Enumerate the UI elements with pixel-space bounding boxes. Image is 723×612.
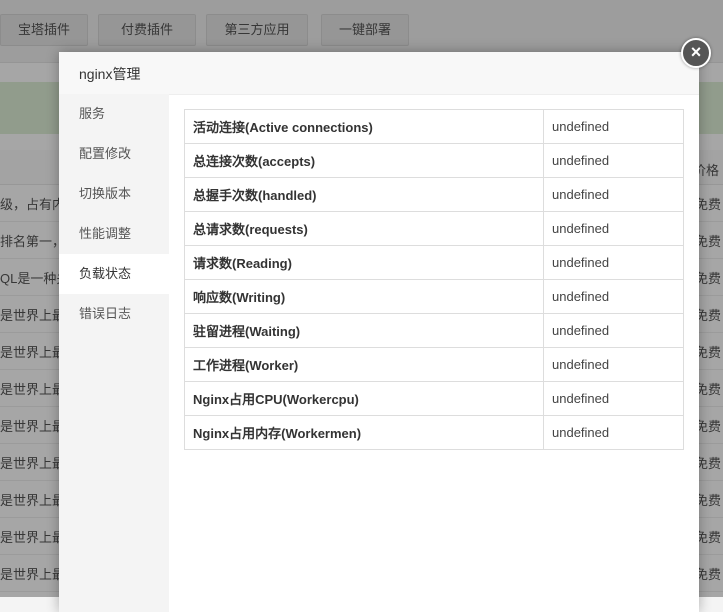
status-label: 总连接次数(accepts) [184,143,544,178]
sidebar-item-switch-version[interactable]: 切换版本 [59,174,169,214]
status-label: 总握手次数(handled) [184,177,544,212]
status-value: undefined [543,109,684,144]
close-icon[interactable]: × [681,38,711,68]
table-row: Nginx占用CPU(Workercpu) undefined [184,381,684,416]
table-row: 驻留进程(Waiting) undefined [184,313,684,348]
table-row: 请求数(Reading) undefined [184,245,684,280]
status-label: 总请求数(requests) [184,211,544,246]
modal-title: nginx管理 [59,52,699,95]
status-value: undefined [543,211,684,246]
status-value: undefined [543,245,684,280]
status-label: 工作进程(Worker) [184,347,544,382]
table-row: 响应数(Writing) undefined [184,279,684,314]
table-row: 活动连接(Active connections) undefined [184,109,684,144]
status-value: undefined [543,415,684,450]
table-row: 总握手次数(handled) undefined [184,177,684,212]
table-row: Nginx占用内存(Workermen) undefined [184,415,684,450]
table-row: 工作进程(Worker) undefined [184,347,684,382]
status-label: 响应数(Writing) [184,279,544,314]
load-status-table: 活动连接(Active connections) undefined 总连接次数(… [184,109,684,450]
sidebar-item-config-edit[interactable]: 配置修改 [59,134,169,174]
status-value: undefined [543,279,684,314]
modal-sidebar: 服务 配置修改 切换版本 性能调整 负载状态 错误日志 [59,94,169,612]
status-label: Nginx占用内存(Workermen) [184,415,544,450]
table-row: 总请求数(requests) undefined [184,211,684,246]
sidebar-item-load-status[interactable]: 负载状态 [59,254,169,294]
status-value: undefined [543,177,684,212]
status-value: undefined [543,313,684,348]
sidebar-item-error-log[interactable]: 错误日志 [59,294,169,334]
status-value: undefined [543,143,684,178]
status-label: 驻留进程(Waiting) [184,313,544,348]
status-label: Nginx占用CPU(Workercpu) [184,381,544,416]
table-row: 总连接次数(accepts) undefined [184,143,684,178]
status-value: undefined [543,347,684,382]
sidebar-item-service[interactable]: 服务 [59,94,169,134]
status-value: undefined [543,381,684,416]
sidebar-item-performance-tuning[interactable]: 性能调整 [59,214,169,254]
nginx-manager-modal: nginx管理 服务 配置修改 切换版本 性能调整 负载状态 错误日志 活动连接… [59,52,699,612]
load-status-panel: 活动连接(Active connections) undefined 总连接次数(… [184,109,684,450]
status-label: 请求数(Reading) [184,245,544,280]
status-label: 活动连接(Active connections) [184,109,544,144]
